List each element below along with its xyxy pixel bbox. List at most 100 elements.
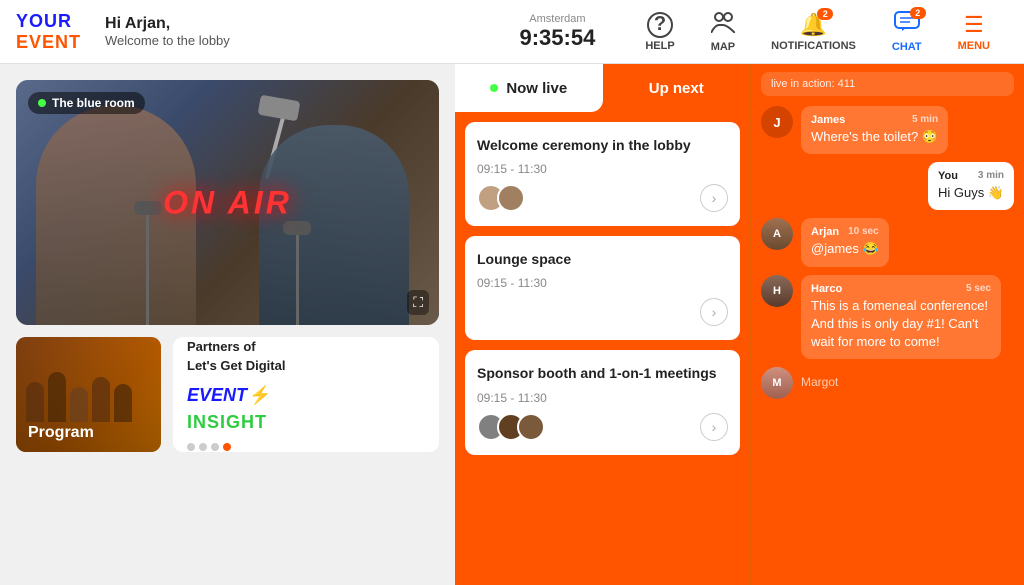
chat-message-harco: H Harco 5 sec This is a fomeneal confere… xyxy=(761,275,1014,360)
time-you: 3 min xyxy=(978,170,1004,182)
time-arjan: 10 sec xyxy=(848,226,879,238)
session-avatars-1 xyxy=(477,184,517,212)
clock-time: 9:35:54 xyxy=(520,25,596,51)
partner-card: Partners ofLet's Get Digital EVENT ⚡ INS… xyxy=(173,337,439,452)
greeting-sub: Welcome to the lobby xyxy=(105,33,230,48)
help-icon: ? xyxy=(647,12,673,38)
sender-name-james: James xyxy=(811,114,845,126)
notifications-badge: 2 xyxy=(817,8,833,20)
session-title-2: Lounge space xyxy=(477,250,728,268)
avatar-margot: M xyxy=(761,367,793,399)
session-tabs: Now live Up next xyxy=(455,64,750,112)
session-footer-1: › xyxy=(477,184,728,212)
app-header: YOUR EVENT Hi Arjan, Welcome to the lobb… xyxy=(0,0,1024,64)
nav-menu-label: MENU xyxy=(958,40,990,52)
video-card[interactable]: The blue room ON AIR ⛶ xyxy=(16,80,439,325)
partner-logo-insight: INSIGHT xyxy=(187,412,267,433)
tab-up-next[interactable]: Up next xyxy=(603,64,751,112)
bottom-cards: Program Partners ofLet's Get Digital EVE… xyxy=(16,337,439,452)
carousel-dots xyxy=(187,443,231,451)
sender-name-arjan: Arjan xyxy=(811,226,839,238)
nav-help[interactable]: ? HELP xyxy=(627,0,692,64)
chat-message-you: You 3 min Hi Guys 👋 xyxy=(761,162,1014,210)
program-card[interactable]: Program xyxy=(16,337,161,452)
chat-messages: live in action: 411 J James 5 min Where'… xyxy=(751,64,1024,585)
dot-3[interactable] xyxy=(211,443,219,451)
nav-map-label: MAP xyxy=(711,41,735,53)
session-title-1: Welcome ceremony in the lobby xyxy=(477,136,728,154)
chat-bubble-james: James 5 min Where's the toilet? 😳 xyxy=(801,106,948,154)
logo-event: EVENT xyxy=(16,32,81,53)
dot-2[interactable] xyxy=(199,443,207,451)
text-harco: This is a fomeneal conference! And this … xyxy=(811,297,991,352)
dot-4[interactable] xyxy=(223,443,231,451)
logo: YOUR EVENT xyxy=(16,11,81,53)
partner-logo: EVENT ⚡ xyxy=(187,385,273,406)
sender-harco: Harco 5 sec xyxy=(811,283,991,295)
bell-icon: 🔔 2 xyxy=(800,12,827,38)
session-time-2: 09:15 - 11:30 xyxy=(477,276,728,290)
text-james: Where's the toilet? 😳 xyxy=(811,128,938,146)
chat-message-james: J James 5 min Where's the toilet? 😳 xyxy=(761,106,1014,154)
session-card-2[interactable]: Lounge space 09:15 - 11:30 › xyxy=(465,236,740,340)
fullscreen-button[interactable]: ⛶ xyxy=(407,290,429,315)
room-label-badge: The blue room xyxy=(28,92,145,114)
session-arrow-2[interactable]: › xyxy=(700,298,728,326)
sender-you: You 3 min xyxy=(938,170,1004,182)
nav-help-label: HELP xyxy=(645,40,674,52)
nav-map[interactable]: MAP xyxy=(693,0,753,64)
sender-arjan: Arjan 10 sec xyxy=(811,226,879,238)
nav-bar: ? HELP MAP 🔔 2 NOTIFICATIONS 2 CHAT ☰ M xyxy=(627,0,1008,64)
greeting-hi: Hi Arjan, xyxy=(105,15,230,33)
program-label: Program xyxy=(28,424,94,442)
tab-next-label: Up next xyxy=(649,80,704,97)
chat-icon: 2 xyxy=(894,11,920,39)
chat-top-partial: live in action: 411 xyxy=(761,72,1014,96)
session-title-3: Sponsor booth and 1-on-1 meetings xyxy=(477,364,728,382)
avatar-james: J xyxy=(761,106,793,138)
nav-chat[interactable]: 2 CHAT xyxy=(874,0,940,64)
sessions-list: Welcome ceremony in the lobby 09:15 - 11… xyxy=(455,112,750,585)
partner-title: Partners ofLet's Get Digital xyxy=(187,338,285,374)
dot-1[interactable] xyxy=(187,443,195,451)
now-live-dot xyxy=(490,84,498,92)
left-panel: The blue room ON AIR ⛶ xyxy=(0,64,455,585)
chat-message-margot: M Margot xyxy=(761,367,1014,399)
session-footer-2: › xyxy=(477,298,728,326)
nav-chat-label: CHAT xyxy=(892,41,922,53)
avatar-2 xyxy=(497,184,525,212)
chat-bubble-you: You 3 min Hi Guys 👋 xyxy=(928,162,1014,210)
map-icon xyxy=(711,11,735,39)
main-content: The blue room ON AIR ⛶ xyxy=(0,64,1024,585)
tab-now-label: Now live xyxy=(506,80,567,97)
session-footer-3: › xyxy=(477,413,728,441)
session-card-3[interactable]: Sponsor booth and 1-on-1 meetings 09:15 … xyxy=(465,350,740,454)
logo-your: YOUR xyxy=(16,11,81,32)
chat-bubble-arjan: Arjan 10 sec @james 😂 xyxy=(801,218,889,266)
room-label-text: The blue room xyxy=(52,96,135,110)
session-arrow-1[interactable]: › xyxy=(700,184,728,212)
nav-menu[interactable]: ☰ MENU xyxy=(940,0,1008,64)
menu-icon: ☰ xyxy=(964,12,984,38)
live-indicator xyxy=(38,99,46,107)
text-arjan: @james 😂 xyxy=(811,240,879,258)
session-arrow-3[interactable]: › xyxy=(700,413,728,441)
nav-notifications-label: NOTIFICATIONS xyxy=(771,40,856,52)
sender-name-margot: Margot xyxy=(801,367,838,389)
chat-panel: live in action: 411 J James 5 min Where'… xyxy=(750,64,1024,585)
chat-message-arjan: A Arjan 10 sec @james 😂 xyxy=(761,218,1014,266)
session-card-1[interactable]: Welcome ceremony in the lobby 09:15 - 11… xyxy=(465,122,740,226)
on-air-text: ON AIR xyxy=(163,184,292,221)
tab-now-live[interactable]: Now live xyxy=(455,64,603,112)
avatar-arjan: A xyxy=(761,218,793,250)
sender-name-you: You xyxy=(938,170,958,182)
chat-bubble-harco: Harco 5 sec This is a fomeneal conferenc… xyxy=(801,275,1001,360)
text-you: Hi Guys 👋 xyxy=(938,184,1004,202)
clock: Amsterdam 9:35:54 xyxy=(520,13,596,51)
avatar-5 xyxy=(517,413,545,441)
nav-notifications[interactable]: 🔔 2 NOTIFICATIONS xyxy=(753,0,874,64)
sender-james: James 5 min xyxy=(811,114,938,126)
session-avatars-3 xyxy=(477,413,537,441)
avatar-harco: H xyxy=(761,275,793,307)
session-time-3: 09:15 - 11:30 xyxy=(477,391,728,405)
